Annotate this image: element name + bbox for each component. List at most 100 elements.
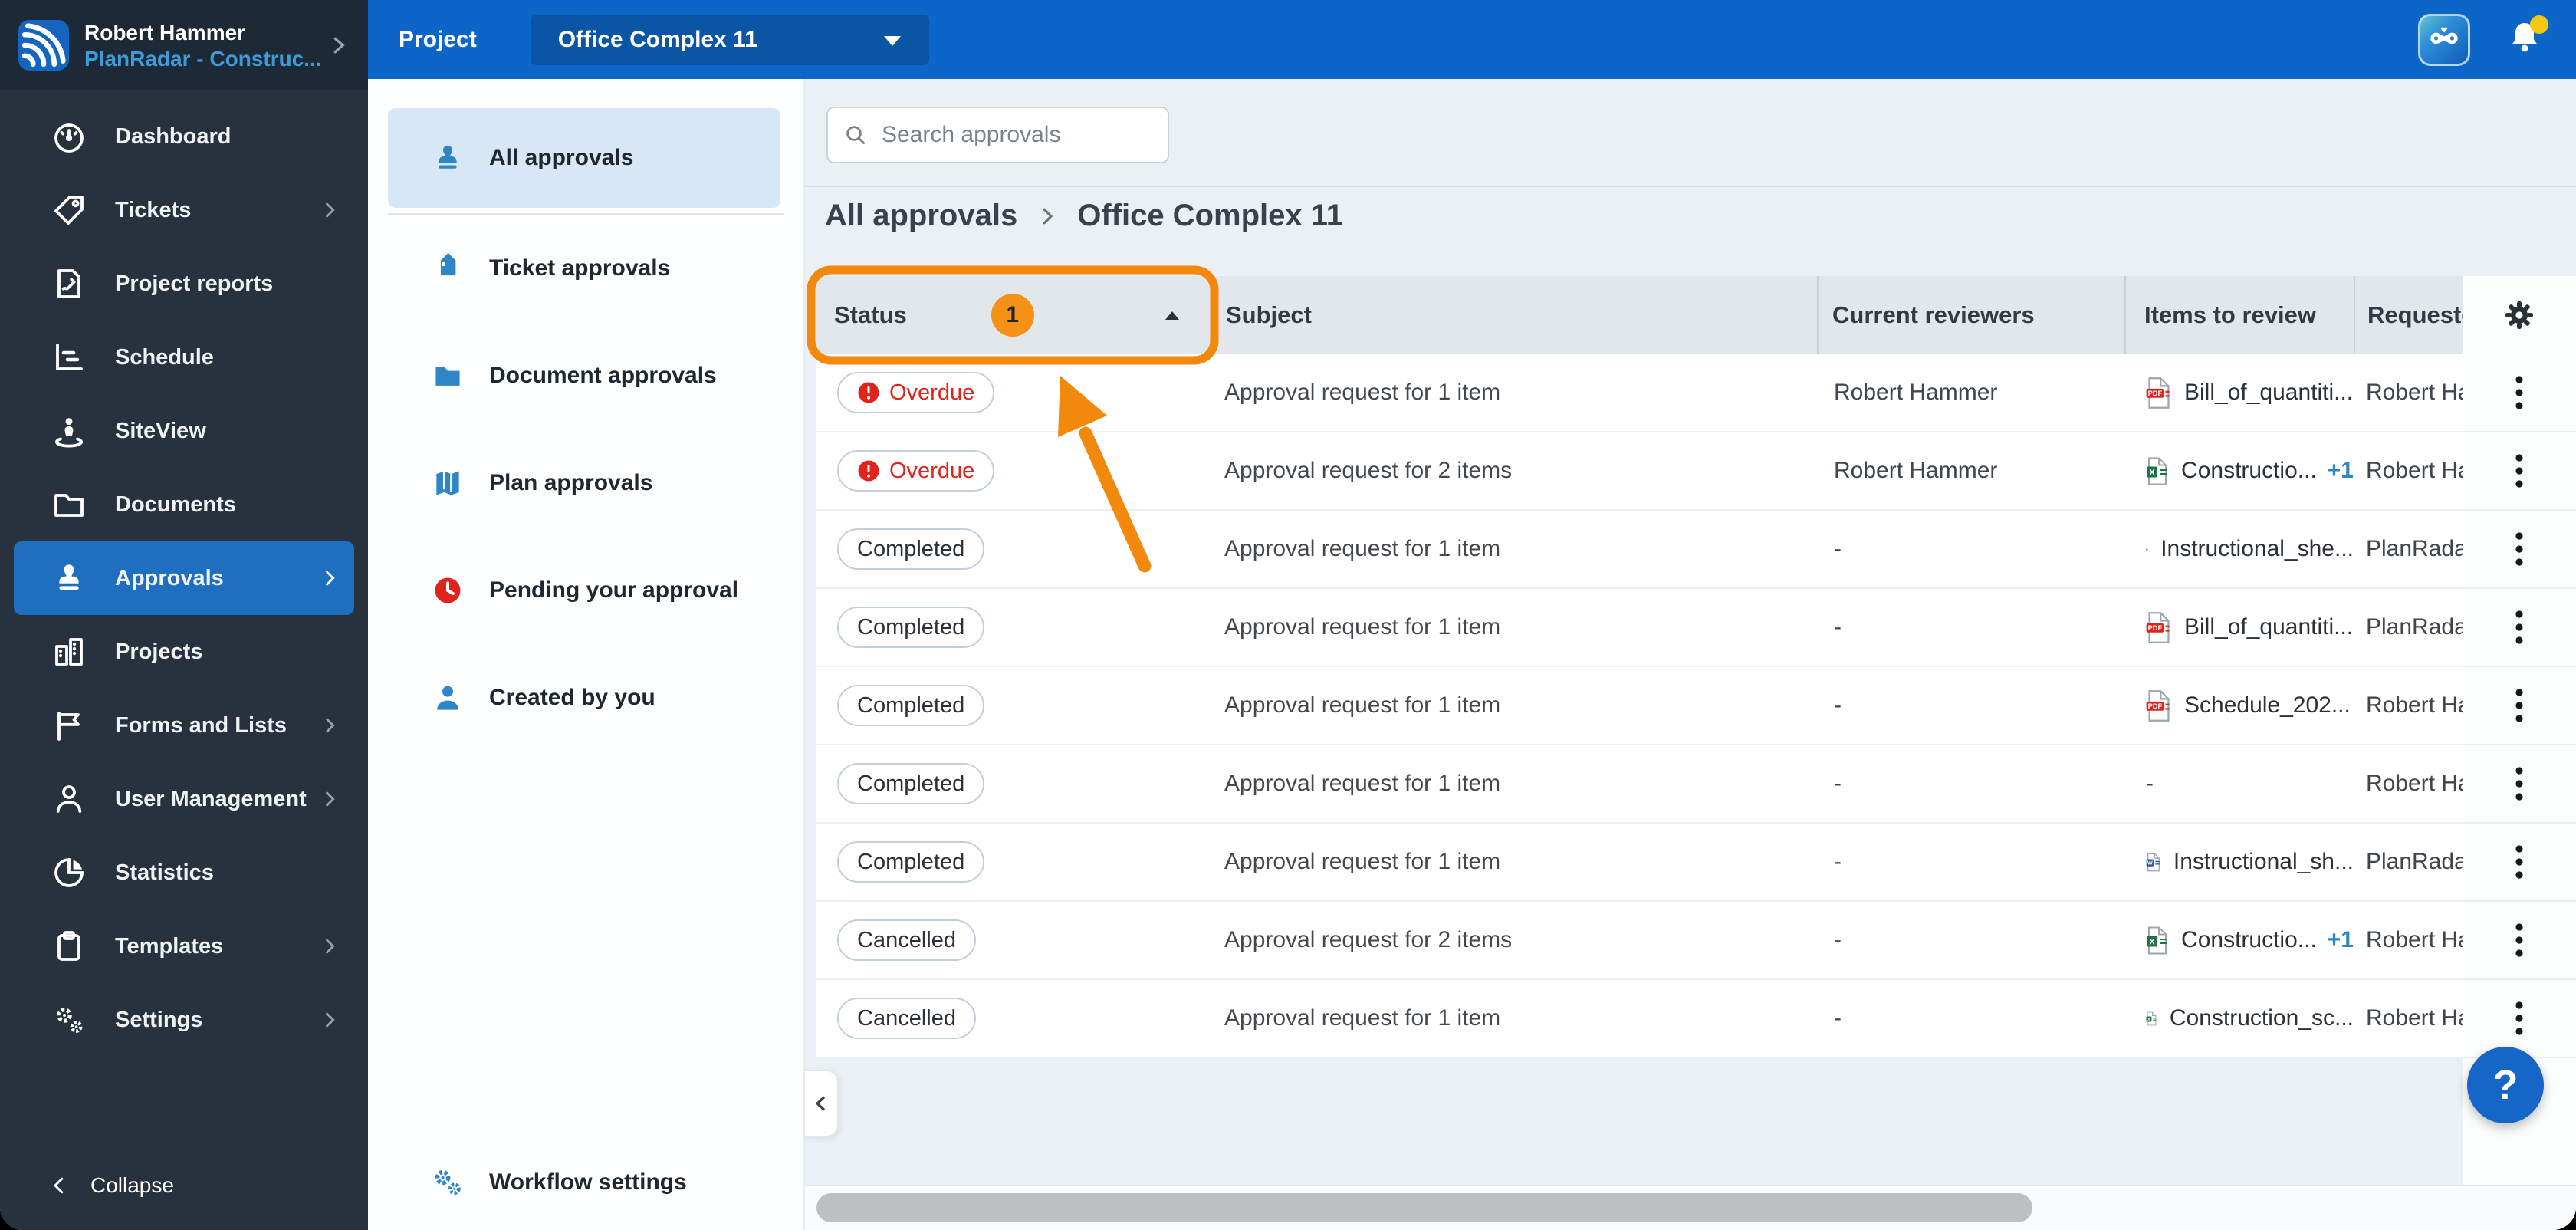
chevron-left-icon bbox=[815, 1096, 825, 1111]
status-cell: Overdue bbox=[816, 354, 1214, 431]
reviewers-cell: - bbox=[1834, 849, 1842, 874]
chevron-left-icon bbox=[48, 1174, 71, 1197]
column-header-requester[interactable]: Requester bbox=[2354, 276, 2463, 354]
sidebar-item-label: Forms and Lists bbox=[115, 712, 287, 738]
status-badge: Overdue bbox=[837, 450, 995, 492]
scrollbar-thumb[interactable] bbox=[816, 1193, 2032, 1222]
main-sidebar: Robert Hammer PlanRadar - Construc... Da… bbox=[0, 0, 368, 1230]
items-cell[interactable]: PDF Bill_of_quantiti... bbox=[2124, 354, 2354, 431]
table-row[interactable]: Cancelled Approval request for 1 item - … bbox=[816, 980, 2576, 1058]
reviewers-cell: - bbox=[1834, 771, 1842, 796]
table-row[interactable]: Overdue Approval request for 1 item Robe… bbox=[816, 354, 2576, 432]
items-cell[interactable]: W Instructional_she... bbox=[2124, 511, 2354, 587]
planradar-connect-button[interactable] bbox=[2418, 13, 2470, 66]
kebab-menu-icon[interactable] bbox=[2515, 1000, 2524, 1037]
items-cell[interactable]: X Constructio... +1 bbox=[2124, 432, 2354, 509]
sort-ascending-icon[interactable] bbox=[1165, 311, 1180, 321]
sidebar-item-settings[interactable]: Settings bbox=[0, 983, 368, 1057]
additional-items-count[interactable]: +1 bbox=[2328, 927, 2354, 953]
sidebar-item-projects[interactable]: Projects bbox=[0, 615, 368, 689]
subject-cell: Approval request for 1 item bbox=[1224, 1005, 1501, 1031]
items-cell[interactable]: PDF Schedule_202... bbox=[2124, 667, 2354, 744]
help-button[interactable]: ? bbox=[2467, 1047, 2544, 1123]
row-actions-cell bbox=[2463, 667, 2576, 744]
approval-stamp-icon bbox=[431, 141, 465, 175]
pie-chart-icon bbox=[51, 854, 87, 891]
items-cell[interactable]: X Construction_sc... bbox=[2124, 980, 2354, 1057]
reviewers-cell: - bbox=[1834, 927, 1842, 952]
subnav-item-pending-your-approval[interactable]: Pending your approval bbox=[368, 537, 803, 644]
sidebar-item-label: Statistics bbox=[115, 860, 214, 885]
project-label: Project bbox=[399, 26, 477, 52]
sidebar-item-statistics[interactable]: Statistics bbox=[0, 836, 368, 909]
kebab-menu-icon[interactable] bbox=[2515, 922, 2524, 959]
column-settings-button[interactable] bbox=[2463, 276, 2576, 354]
column-header-subject[interactable]: Subject bbox=[1214, 276, 1817, 354]
sidebar-item-siteview[interactable]: SiteView bbox=[0, 394, 368, 468]
dashboard-icon bbox=[51, 118, 87, 155]
sidebar-item-forms-and-lists[interactable]: Forms and Lists bbox=[0, 689, 368, 762]
kebab-menu-icon[interactable] bbox=[2515, 687, 2524, 724]
sidebar-item-label: SiteView bbox=[115, 418, 206, 443]
items-cell[interactable]: - bbox=[2124, 745, 2354, 822]
file-name: Construction_sc... bbox=[2169, 1005, 2354, 1031]
divider bbox=[805, 186, 2576, 187]
search-input[interactable] bbox=[880, 121, 1152, 149]
sidebar-item-label: Approvals bbox=[115, 565, 224, 590]
table-row[interactable]: Completed Approval request for 1 item - … bbox=[816, 511, 2576, 589]
approval-stamp-icon bbox=[51, 560, 87, 597]
kebab-menu-icon[interactable] bbox=[2515, 374, 2524, 411]
items-cell[interactable]: X Constructio... +1 bbox=[2124, 902, 2354, 978]
chevron-right-icon bbox=[327, 34, 350, 57]
subnav-item-created-by-you[interactable]: Created by you bbox=[368, 644, 803, 751]
chevron-right-icon bbox=[319, 936, 340, 957]
kebab-menu-icon[interactable] bbox=[2515, 609, 2524, 646]
subject-cell: Approval request for 1 item bbox=[1224, 380, 1501, 405]
column-label: Current reviewers bbox=[1832, 301, 2035, 328]
file-name: Constructio... bbox=[2181, 458, 2317, 483]
sidebar-item-documents[interactable]: Documents bbox=[0, 468, 368, 541]
sidebar-item-approvals[interactable]: Approvals bbox=[14, 541, 354, 615]
file-icon: X bbox=[2146, 1011, 2157, 1025]
kebab-menu-icon[interactable] bbox=[2515, 844, 2524, 880]
sidebar-item-user-management[interactable]: User Management bbox=[0, 762, 368, 836]
notifications-bell-icon[interactable] bbox=[2507, 15, 2548, 60]
sidebar-item-label: Dashboard bbox=[115, 123, 232, 149]
sidebar-item-dashboard[interactable]: Dashboard bbox=[0, 100, 368, 173]
status-label: Completed bbox=[857, 692, 965, 718]
account-switcher[interactable]: Robert Hammer PlanRadar - Construc... bbox=[0, 0, 368, 90]
table-row[interactable]: Cancelled Approval request for 2 items -… bbox=[816, 902, 2576, 980]
column-header-current-reviewers[interactable]: Current reviewers bbox=[1817, 276, 2124, 354]
kebab-menu-icon[interactable] bbox=[2515, 531, 2524, 567]
column-header-status[interactable]: Status 1 bbox=[816, 276, 1214, 354]
subnav-item-all-approvals[interactable]: All approvals bbox=[388, 108, 780, 208]
status-filter-count-badge[interactable]: 1 bbox=[991, 294, 1034, 337]
additional-items-count[interactable]: +1 bbox=[2328, 458, 2354, 484]
row-actions-cell bbox=[2463, 354, 2576, 431]
sidebar-item-templates[interactable]: Templates bbox=[0, 909, 368, 983]
column-header-items-to-review[interactable]: Items to review bbox=[2124, 276, 2354, 354]
kebab-menu-icon[interactable] bbox=[2515, 452, 2524, 489]
collapse-sidebar-button[interactable]: Collapse bbox=[0, 1155, 174, 1216]
items-cell[interactable]: W Instructional_sh... bbox=[2124, 824, 2354, 900]
kebab-menu-icon[interactable] bbox=[2515, 765, 2524, 802]
subnav-item-document-approvals[interactable]: Document approvals bbox=[368, 322, 803, 429]
table-row[interactable]: Completed Approval request for 1 item - … bbox=[816, 824, 2576, 902]
workflow-settings-button[interactable]: Workflow settings bbox=[431, 1166, 687, 1199]
table-row[interactable]: Completed Approval request for 1 item - … bbox=[816, 589, 2576, 667]
subnav-item-ticket-approvals[interactable]: Ticket approvals bbox=[368, 215, 803, 322]
table-row[interactable]: Overdue Approval request for 2 items Rob… bbox=[816, 432, 2576, 511]
project-selector-dropdown[interactable]: Office Complex 11 bbox=[530, 14, 929, 65]
collapse-panel-tab[interactable] bbox=[805, 1070, 839, 1137]
table-row[interactable]: Completed Approval request for 1 item - … bbox=[816, 745, 2576, 824]
sidebar-item-tickets[interactable]: Tickets bbox=[0, 173, 368, 247]
items-cell[interactable]: PDF Bill_of_quantiti... bbox=[2124, 589, 2354, 666]
file-icon: W bbox=[2146, 853, 2160, 871]
subnav-item-plan-approvals[interactable]: Plan approvals bbox=[368, 429, 803, 537]
breadcrumb-parent[interactable]: All approvals bbox=[825, 199, 1017, 233]
sidebar-item-schedule[interactable]: Schedule bbox=[0, 321, 368, 394]
knot-icon bbox=[2427, 21, 2461, 58]
table-row[interactable]: Completed Approval request for 1 item - … bbox=[816, 667, 2576, 745]
svg-text:PDF: PDF bbox=[2148, 624, 2163, 632]
sidebar-item-project-reports[interactable]: Project reports bbox=[0, 247, 368, 321]
